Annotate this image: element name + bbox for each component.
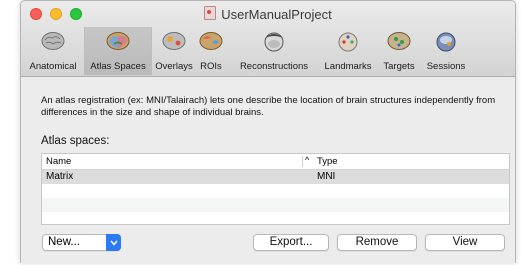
tab-label: Reconstructions [239, 61, 309, 72]
head-sessions-icon [436, 32, 456, 52]
remove-button[interactable]: Remove [337, 234, 417, 251]
atlas-name-cell: Matrix [46, 171, 74, 182]
brain-roi-icon [199, 32, 223, 50]
sort-ascending-icon: ^ [305, 155, 310, 165]
view-button[interactable]: View [425, 234, 505, 251]
tab-overlays[interactable]: Overlays [152, 27, 196, 75]
tab-label: Sessions [426, 61, 466, 72]
tab-targets[interactable]: Targets [377, 27, 421, 75]
tab-anatomical[interactable]: Anatomical [24, 27, 82, 75]
export-button[interactable]: Export... [253, 234, 329, 251]
atlas-spaces-heading: Atlas spaces: [41, 135, 110, 147]
head-landmarks-icon [338, 32, 358, 52]
new-atlas-popup-button[interactable]: New... [42, 234, 121, 251]
atlas-spaces-table[interactable]: Name ^ Type Matrix MNI [41, 153, 510, 225]
brain-colored-icon [106, 32, 130, 50]
empty-table-row [42, 184, 509, 198]
window-title: UserManualProject [21, 6, 515, 22]
tab-reconstructions[interactable]: Reconstructions [228, 27, 320, 75]
brain-gray-icon [41, 32, 65, 50]
title-toolbar: UserManualProject Anatomical Atlas Space… [21, 1, 515, 77]
app-window: UserManualProject Anatomical Atlas Space… [20, 0, 516, 263]
window-title-text: UserManualProject [221, 7, 332, 22]
tab-label: Landmarks [324, 61, 372, 72]
brain-overlay-icon [162, 32, 186, 50]
document-icon [204, 6, 217, 20]
table-row[interactable]: Matrix MNI [42, 170, 509, 184]
new-button-label: New... [48, 236, 80, 248]
tab-rois[interactable]: ROIs [197, 27, 225, 75]
empty-table-row [42, 212, 509, 224]
column-header-name[interactable]: Name [46, 156, 71, 167]
head-surface-icon [264, 32, 284, 52]
tab-landmarks[interactable]: Landmarks [320, 27, 376, 75]
table-header: Name ^ Type [42, 154, 509, 170]
tab-atlas-spaces[interactable]: Atlas Spaces [84, 27, 152, 75]
tab-label: ROIs [200, 61, 222, 72]
column-divider[interactable] [302, 156, 303, 167]
tab-label: Atlas Spaces [90, 61, 146, 72]
atlas-description: An atlas registration (ex: MNI/Talairach… [41, 95, 496, 118]
tab-label: Targets [383, 61, 415, 72]
tab-label: Anatomical [29, 61, 77, 72]
tab-sessions[interactable]: Sessions [422, 27, 470, 75]
atlas-type-cell: MNI [317, 171, 336, 182]
tab-label: Overlays [155, 61, 193, 72]
column-header-type[interactable]: Type [317, 156, 338, 167]
chevron-down-icon [106, 234, 121, 251]
brain-targets-icon [387, 32, 411, 50]
empty-table-row [42, 198, 509, 212]
